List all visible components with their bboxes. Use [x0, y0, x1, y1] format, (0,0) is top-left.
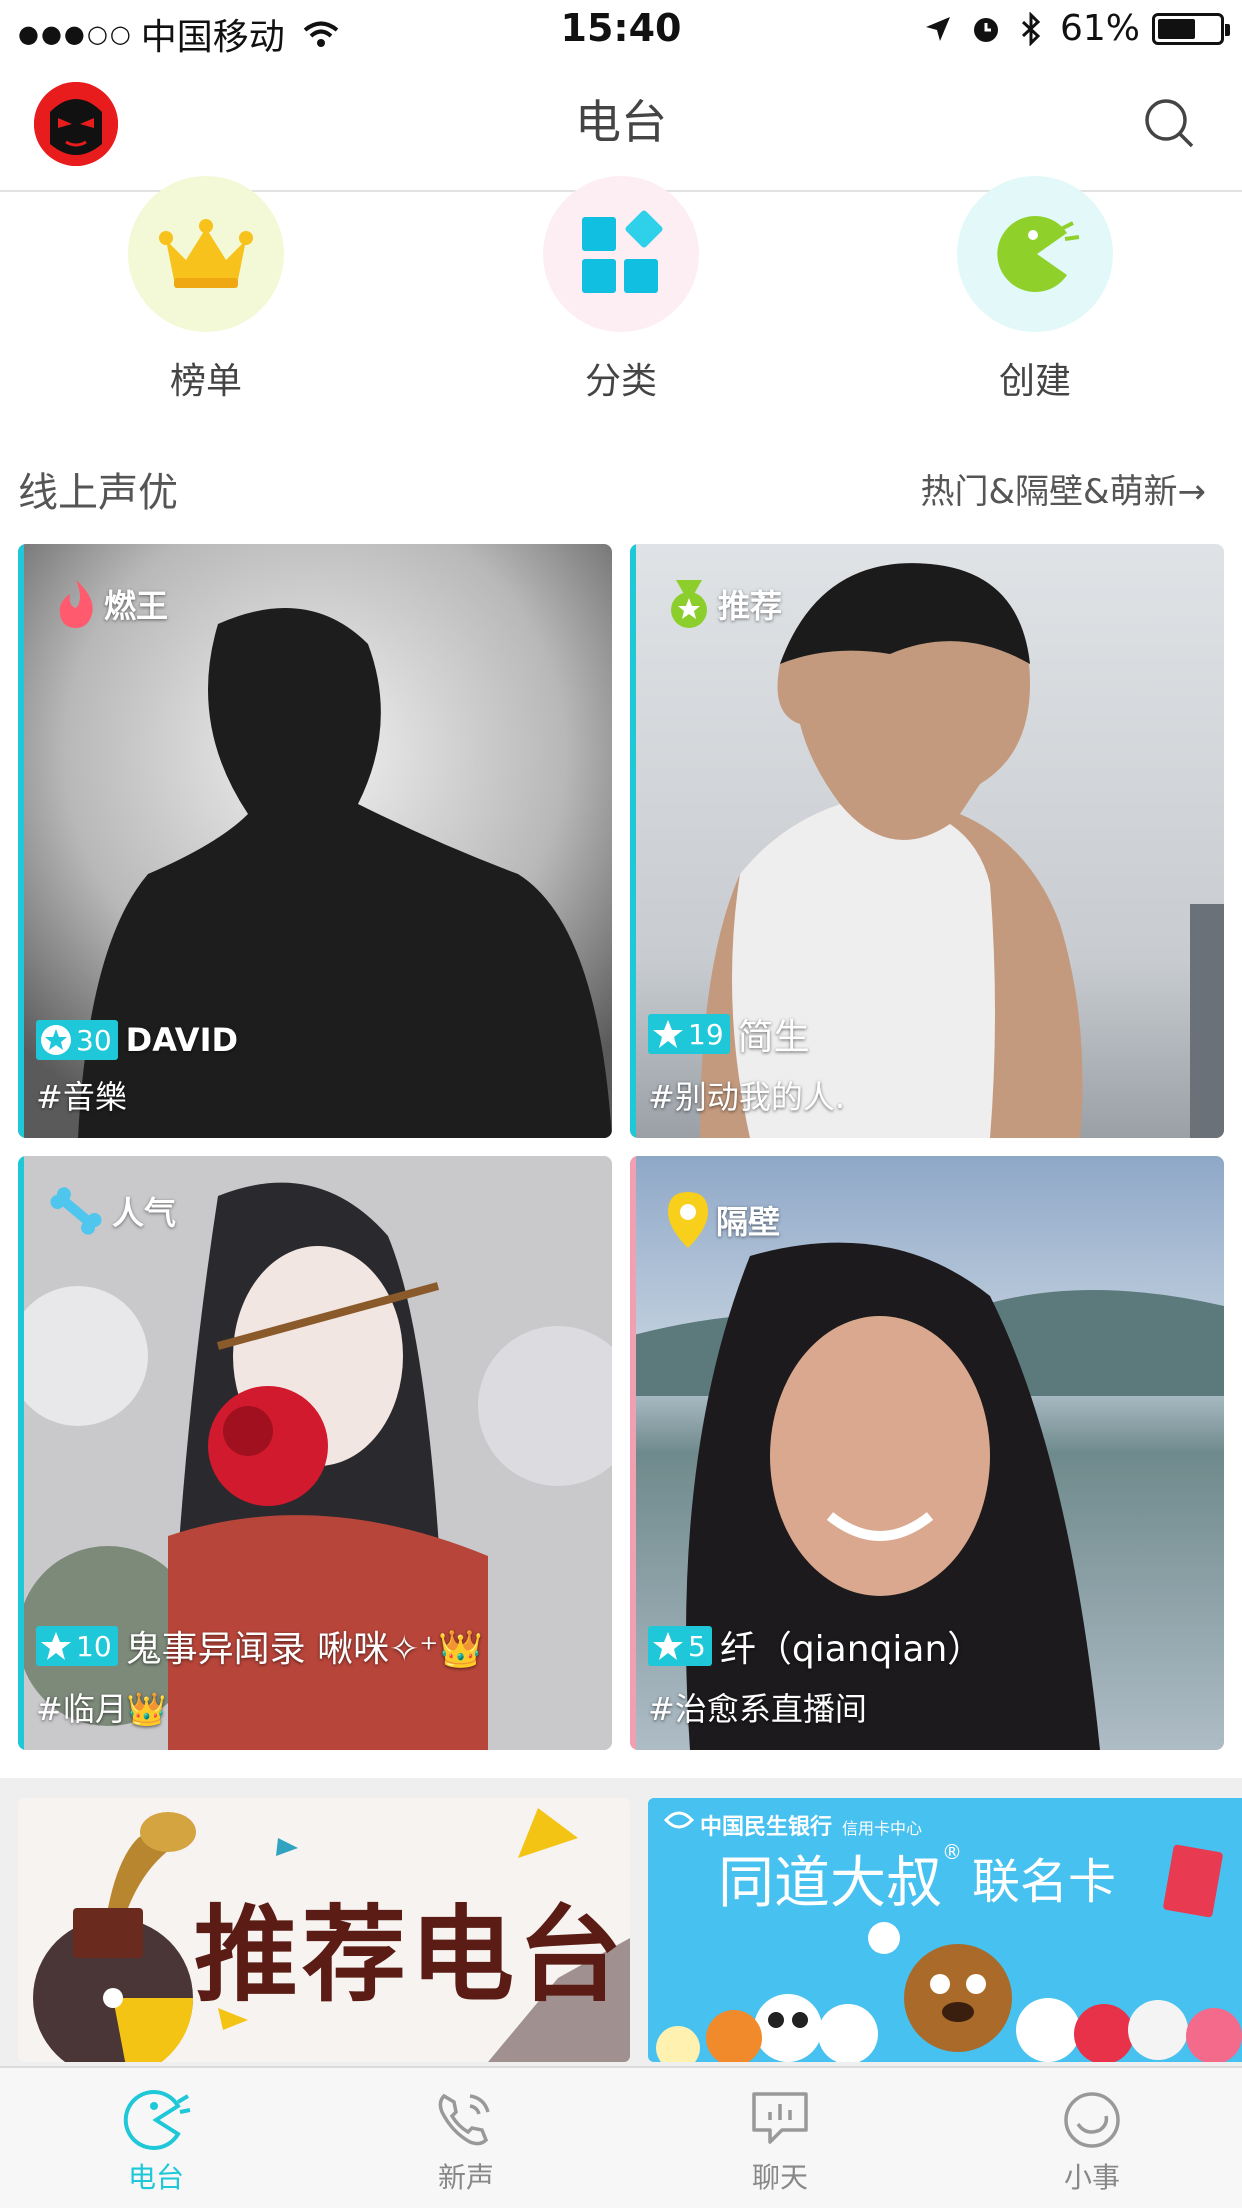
page-title: 电台 [575, 95, 667, 149]
tab-label: 新声 [437, 2161, 494, 2194]
tab-radio[interactable]: 电台 [56, 2068, 256, 2208]
card-tag: 隔壁 [666, 1190, 780, 1250]
tab-chat[interactable]: 聊天 [680, 2068, 880, 2208]
create-icon-circle [957, 176, 1113, 332]
category-grid-icon [582, 210, 663, 293]
star-icon [653, 1020, 683, 1048]
tab-moments[interactable]: 小事 [992, 2068, 1192, 2208]
level-number: 19 [688, 1017, 724, 1051]
star-icon [653, 1632, 683, 1660]
create-entry[interactable]: 创建 [935, 176, 1135, 404]
section-more-link[interactable]: 热门&隔壁&萌新→ [920, 464, 1206, 513]
banner-carousel: 推荐电台 中国民生银行 信用卡中心 同道大叔 ® 联名卡 [0, 1778, 1242, 2066]
app-screen: ●●●○○ 中国移动 15:40 61% 电台 榜单 分类 创建 线上声优 热门… [0, 0, 1242, 2208]
banner-credit-card[interactable]: 中国民生银行 信用卡中心 同道大叔 ® 联名卡 [648, 1798, 1242, 2062]
battery-level [1158, 18, 1195, 39]
cartoon-crowd-illustration [656, 1844, 1242, 2062]
category-icon-circle [543, 176, 699, 332]
anchor-name: 纤（qianqian） [719, 1629, 984, 1670]
phone-tab-icon [438, 2093, 490, 2146]
anchor-topic: #别动我的人. [648, 1078, 845, 1116]
tab-label: 电台 [127, 2161, 184, 2194]
tab-label: 聊天 [751, 2161, 808, 2194]
alarm-icon [973, 17, 998, 42]
level-badge: 10 [36, 1626, 118, 1666]
radio-tab-icon [123, 2090, 191, 2150]
tab-bar: 电台 新声 聊天 小事 [0, 2066, 1242, 2208]
create-pacman-icon [997, 216, 1080, 292]
banner-recommend-radio[interactable]: 推荐电台 [18, 1798, 630, 2062]
chat-tab-icon [752, 2092, 808, 2144]
card-tag: 人气 [46, 1184, 176, 1238]
status-bar: ●●●○○ 中国移动 15:40 61% [0, 0, 1242, 62]
ranking-icon-circle [128, 176, 284, 332]
bluetooth-icon [1021, 11, 1041, 46]
star-icon [41, 1025, 71, 1055]
card-tag-label: 燃王 [104, 587, 169, 625]
banner-headline: 推荐电台 [194, 1894, 627, 2016]
anchor-topic: #临月👑 [36, 1690, 167, 1728]
star-icon [41, 1632, 71, 1660]
anchor-name: DAVID [125, 1021, 239, 1059]
level-badge: 5 [648, 1626, 712, 1666]
medal-icon [671, 580, 707, 628]
level-number: 5 [688, 1629, 706, 1663]
crown-icon [159, 219, 253, 288]
anchor-card-qianqian[interactable]: 隔壁 5 纤（qianqian） #治愈系直播间 [630, 1156, 1224, 1750]
create-label: 创建 [998, 361, 1071, 402]
ranking-entry[interactable]: 榜单 [106, 176, 306, 404]
card-tag-label: 人气 [112, 1194, 177, 1232]
card-tag: 推荐 [666, 578, 782, 630]
section-title: 线上声优 [18, 470, 178, 516]
level-number: 10 [76, 1629, 112, 1663]
nav-bar: 电台 [0, 62, 1242, 192]
location-pin-icon [668, 1192, 708, 1248]
anchor-topic: #治愈系直播间 [648, 1690, 867, 1728]
search-icon[interactable] [1142, 96, 1198, 152]
battery-icon [1152, 12, 1230, 45]
category-entry[interactable]: 分类 [521, 176, 721, 404]
bone-icon [50, 1187, 102, 1235]
category-label: 分类 [584, 361, 657, 402]
level-number: 30 [76, 1023, 112, 1057]
level-badge: 30 [36, 1020, 118, 1060]
battery-percent: 61% [1059, 8, 1140, 49]
level-badge: 19 [648, 1014, 730, 1054]
ranking-label: 榜单 [169, 361, 242, 402]
tab-label: 小事 [1063, 2161, 1120, 2194]
flame-icon [59, 580, 93, 628]
anchor-card-guishi[interactable]: 人气 10 鬼事异闻录 啾咪✧⁺👑 #临月👑 [18, 1156, 612, 1750]
anchor-card-david[interactable]: 燃王 30 DAVID #音樂 [18, 544, 612, 1138]
anchor-name: 简生 [737, 1017, 810, 1058]
card-tag-label: 隔壁 [716, 1203, 781, 1241]
anchor-name: 鬼事异闻录 啾咪✧⁺👑 [125, 1629, 484, 1670]
location-arrow-icon [925, 16, 950, 41]
quick-entry-row: 榜单 分类 创建 [0, 176, 1242, 422]
anchor-topic: #音樂 [36, 1078, 127, 1116]
card-tag: 燃王 [54, 578, 168, 630]
tab-new-voice[interactable]: 新声 [366, 2068, 566, 2208]
card-tag-label: 推荐 [718, 587, 783, 625]
moments-tab-icon [1064, 2092, 1120, 2148]
anchor-card-jiansheng[interactable]: 推荐 19 简生 #别动我的人. [630, 544, 1224, 1138]
